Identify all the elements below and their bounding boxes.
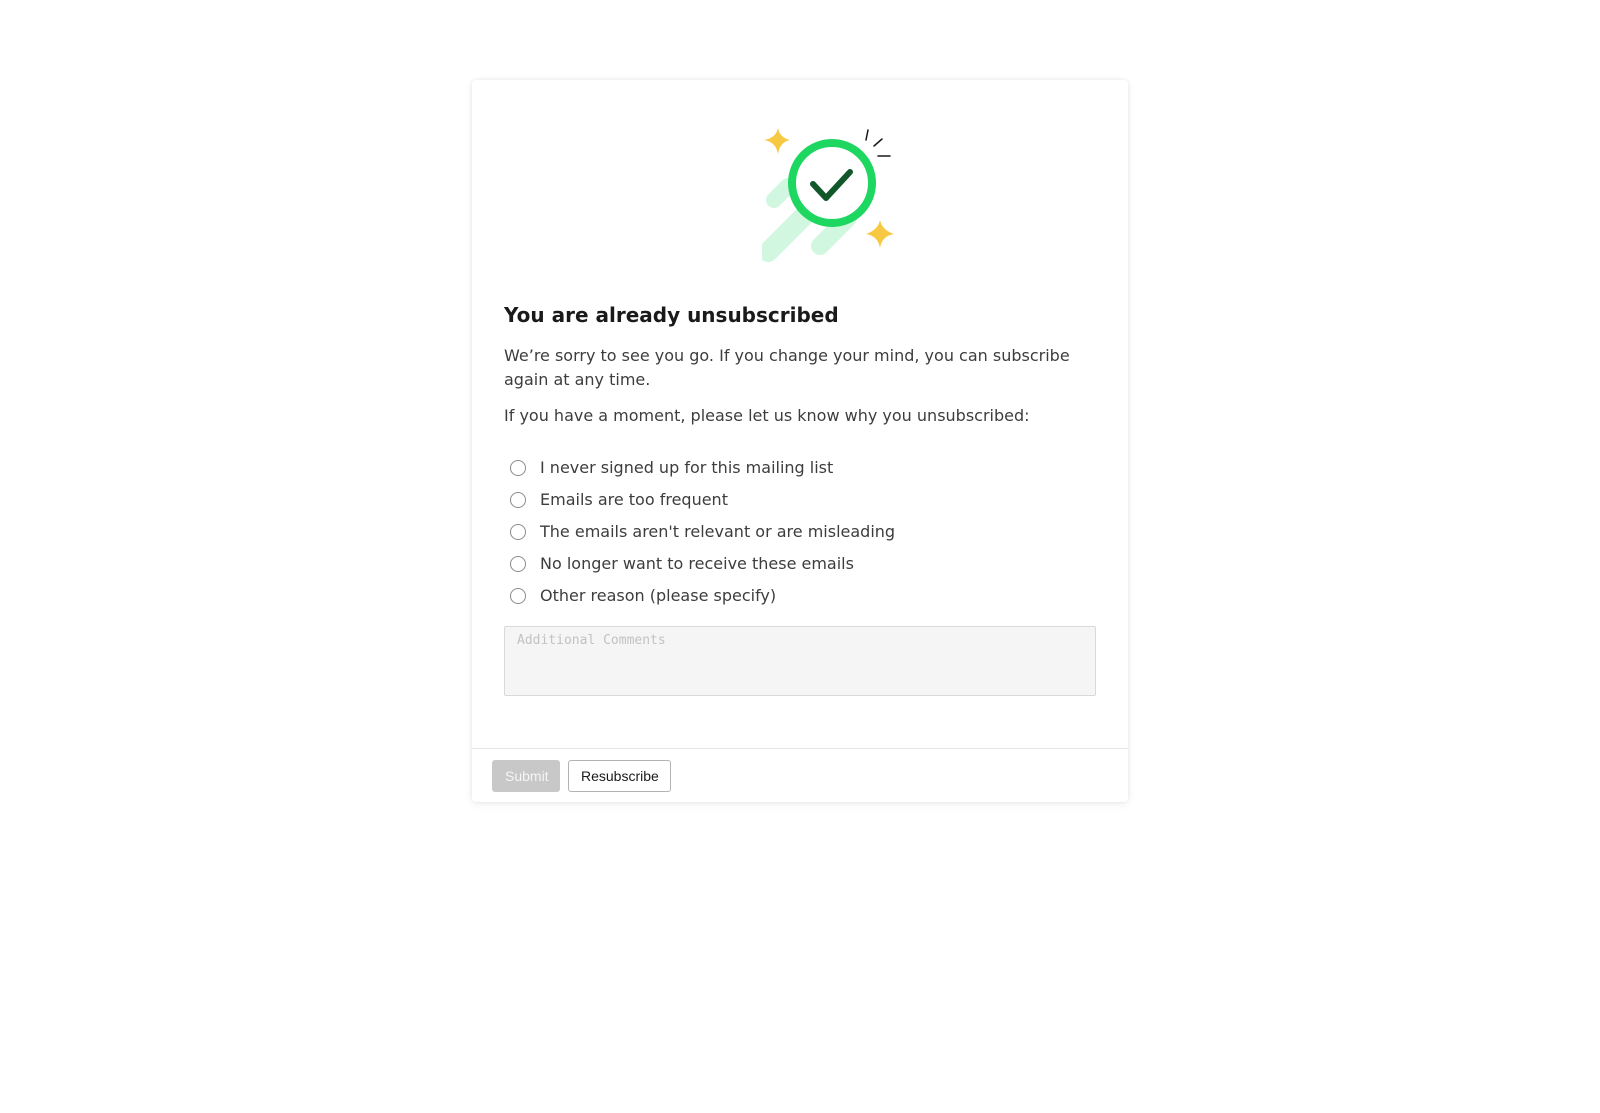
trail-icon [766, 178, 796, 208]
reason-option-other[interactable]: Other reason (please specify) [510, 580, 1096, 612]
radio-button[interactable] [510, 588, 526, 604]
reason-label: The emails aren't relevant or are mislea… [540, 522, 896, 541]
reason-option-too-frequent[interactable]: Emails are too frequent [510, 484, 1096, 516]
check-ring [788, 139, 876, 227]
sparkle-icon [764, 128, 790, 154]
trail-icon [762, 208, 812, 262]
reason-label: Other reason (please specify) [540, 586, 777, 605]
radio-button[interactable] [510, 556, 526, 572]
check-circle-icon [762, 128, 894, 262]
reason-option-not-relevant[interactable]: The emails aren't relevant or are mislea… [510, 516, 1096, 548]
reason-label: I never signed up for this mailing list [540, 458, 834, 477]
radio-button[interactable] [510, 460, 526, 476]
submit-button[interactable]: Submit [492, 760, 560, 792]
reason-option-no-longer-want[interactable]: No longer want to receive these emails [510, 548, 1096, 580]
radio-button[interactable] [510, 492, 526, 508]
reason-label: Emails are too frequent [540, 490, 728, 509]
sparkle-icon [866, 220, 894, 248]
reason-list: I never signed up for this mailing list … [510, 452, 1096, 612]
sorry-message: We’re sorry to see you go. If you change… [504, 346, 1070, 389]
resubscribe-button[interactable]: Resubscribe [568, 760, 671, 792]
burst-line [873, 138, 883, 147]
reason-label: No longer want to receive these emails [540, 554, 854, 573]
reason-option-never-signed-up[interactable]: I never signed up for this mailing list [510, 452, 1096, 484]
radio-button[interactable] [510, 524, 526, 540]
reason-prompt: If you have a moment, please let us know… [504, 406, 1030, 425]
burst-line [865, 129, 869, 141]
unsubscribe-card: You are already unsubscribed We’re sorry… [472, 80, 1128, 802]
additional-comments-field[interactable] [504, 626, 1096, 696]
card-footer: Submit Resubscribe [472, 748, 1128, 802]
page-title: You are already unsubscribed [504, 303, 839, 327]
